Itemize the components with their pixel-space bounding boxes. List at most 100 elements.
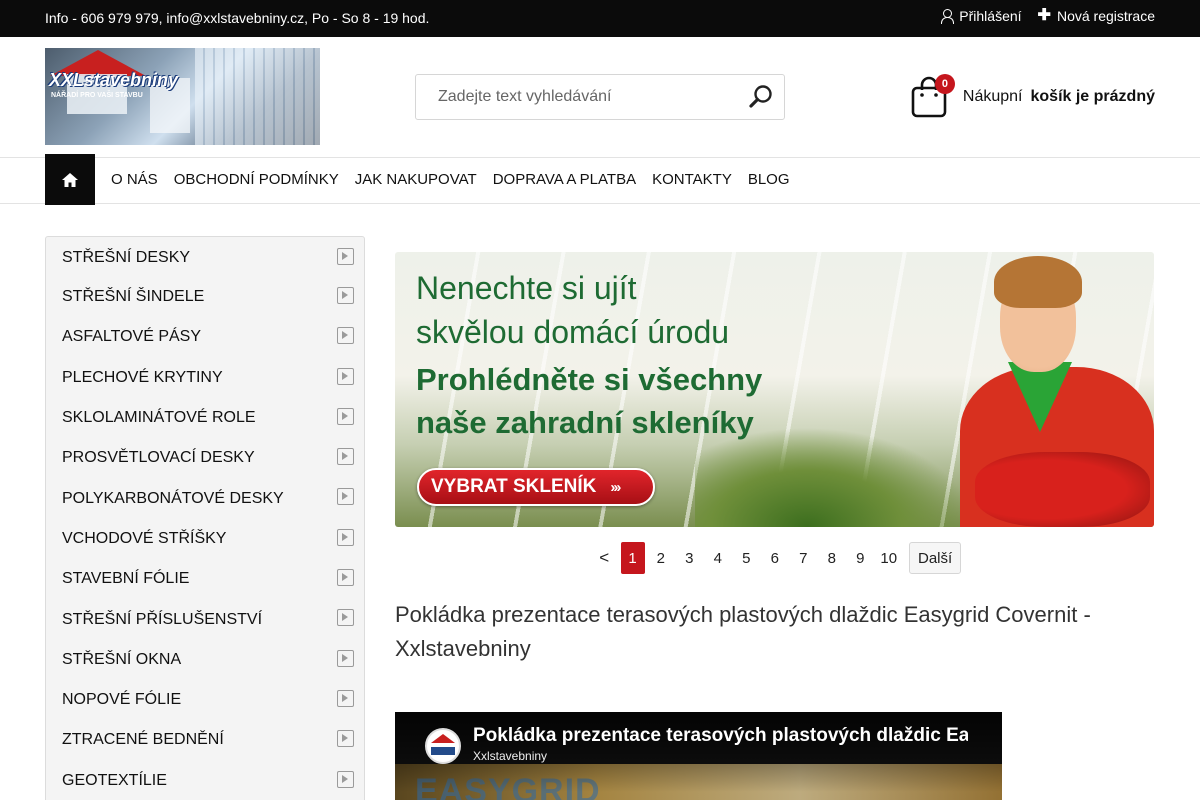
banner-cta-label: VYBRAT SKLENÍK: [431, 476, 597, 497]
register-label: Nová registrace: [1056, 8, 1155, 24]
logo-text: XXLstavebniny: [49, 70, 179, 90]
video-channel-name[interactable]: Xxlstavebniny: [473, 749, 547, 763]
pager-page[interactable]: 9: [846, 542, 875, 574]
category-label: PLECHOVÉ KRYTINY: [62, 368, 223, 386]
pager-prev[interactable]: <: [590, 542, 619, 574]
expand-arrow-icon[interactable]: [337, 407, 354, 425]
cart-status: košík je prázdný: [1030, 88, 1156, 105]
expand-arrow-icon[interactable]: [337, 528, 354, 546]
banner-line-1: Nenechte si ujít: [416, 270, 637, 306]
expand-arrow-icon[interactable]: [337, 609, 354, 627]
category-item[interactable]: STŘEŠNÍ ŠINDELE: [46, 277, 364, 317]
plus-icon: ✚: [1037, 7, 1051, 24]
login-label: Přihlášení: [959, 8, 1022, 24]
expand-arrow-icon[interactable]: [337, 730, 354, 748]
pager-page[interactable]: 6: [761, 542, 790, 574]
pager-next[interactable]: Další: [909, 542, 962, 574]
category-item[interactable]: ASFALTOVÉ PÁSY: [46, 317, 364, 357]
banner-line-4: naše zahradní skleníky: [416, 405, 754, 440]
expand-arrow-icon[interactable]: [337, 689, 354, 707]
banner-line-3: Prohlédněte si všechny: [416, 362, 763, 397]
category-item[interactable]: STŘEŠNÍ OKNA: [46, 640, 364, 680]
category-label: ZTRACENÉ BEDNĚNÍ: [62, 731, 224, 749]
banner-cta-button[interactable]: VYBRAT SKLENÍK ›››: [417, 468, 655, 506]
expand-arrow-icon[interactable]: [337, 649, 354, 667]
nav-item-obchodni-podminky[interactable]: OBCHODNÍ PODMÍNKY: [166, 171, 347, 188]
category-item[interactable]: SKLOLAMINÁTOVÉ ROLE: [46, 398, 364, 438]
video-embed[interactable]: EASYGRID Pokládka prezentace terasových …: [395, 712, 1002, 800]
expand-arrow-icon[interactable]: [337, 367, 354, 385]
account-links: Přihlášení ✚ Nová registrace: [941, 8, 1155, 24]
category-item[interactable]: STAVEBNÍ FÓLIE: [46, 559, 364, 599]
category-item[interactable]: PROSVĚTLOVACÍ DESKY: [46, 438, 364, 478]
banner-pagination: < 1 2 3 4 5 6 7 8 9 10 Další: [590, 542, 962, 574]
expand-arrow-icon[interactable]: [337, 770, 354, 788]
pager-page[interactable]: 2: [647, 542, 676, 574]
category-item[interactable]: STŘEŠNÍ PŘÍSLUŠENSTVÍ: [46, 599, 364, 639]
search-input[interactable]: [416, 75, 736, 119]
category-label: NOPOVÉ FÓLIE: [62, 691, 182, 709]
expand-arrow-icon[interactable]: [337, 448, 354, 466]
search-box: [415, 74, 785, 120]
channel-avatar-icon[interactable]: [425, 728, 461, 764]
boy-image: [960, 252, 1154, 527]
nav-menu: O NÁS OBCHODNÍ PODMÍNKY JAK NAKUPOVAT DO…: [103, 171, 798, 188]
category-item[interactable]: VCHODOVÉ STŘÍŠKY: [46, 519, 364, 559]
nav-item-kontakty[interactable]: KONTAKTY: [644, 171, 740, 188]
pager-page[interactable]: 4: [704, 542, 733, 574]
category-item[interactable]: ZTRACENÉ BEDNĚNÍ: [46, 720, 364, 760]
peppers-image: [975, 452, 1150, 527]
pager-page[interactable]: 8: [818, 542, 847, 574]
expand-arrow-icon[interactable]: [337, 569, 354, 587]
logo-panel: [195, 48, 320, 145]
category-label: SKLOLAMINÁTOVÉ ROLE: [62, 409, 256, 427]
contact-info: Info - 606 979 979, info@xxlstavebniny.c…: [45, 10, 430, 26]
expand-arrow-icon[interactable]: [337, 287, 354, 304]
register-link[interactable]: ✚ Nová registrace: [1037, 7, 1155, 25]
user-icon: [941, 9, 955, 24]
pager-page-active[interactable]: 1: [620, 542, 645, 574]
site-logo[interactable]: XXLstavebniny NÁŘADÍ PRO VAŠI STAVBU: [45, 48, 320, 145]
category-item[interactable]: NOPOVÉ FÓLIE: [46, 680, 364, 720]
cart-label: Nákupní: [962, 88, 1023, 105]
nav-item-jak-nakupovat[interactable]: JAK NAKUPOVAT: [347, 171, 485, 188]
category-label: STŘEŠNÍ DESKY: [62, 248, 191, 266]
nav-item-blog[interactable]: BLOG: [740, 171, 798, 188]
category-item[interactable]: PLECHOVÉ KRYTINY: [46, 358, 364, 398]
promo-banner[interactable]: Nenechte si ujít skvělou domácí úrodu Pr…: [395, 252, 1154, 527]
boy-hair: [994, 256, 1082, 308]
category-sidebar: STŘEŠNÍ DESKY STŘEŠNÍ ŠINDELE ASFALTOVÉ …: [45, 236, 365, 800]
cart-bag[interactable]: 0: [911, 74, 955, 118]
nav-item-o-nas[interactable]: O NÁS: [103, 171, 166, 188]
pager-page[interactable]: 10: [875, 542, 904, 574]
banner-line-2: skvělou domácí úrodu: [416, 314, 730, 350]
nav-item-doprava-a-platba[interactable]: DOPRAVA A PLATBA: [485, 171, 644, 188]
top-info-bar: Info - 606 979 979, info@xxlstavebniny.c…: [0, 0, 1200, 37]
cart-count-badge: 0: [934, 74, 955, 94]
category-item[interactable]: GEOTEXTÍLIE: [46, 761, 364, 800]
logo-subtext: NÁŘADÍ PRO VAŠI STAVBU: [51, 92, 143, 99]
category-item[interactable]: POLYKARBONÁTOVÉ DESKY: [46, 478, 364, 518]
login-link[interactable]: Přihlášení: [941, 8, 1022, 24]
category-label: POLYKARBONÁTOVÉ DESKY: [62, 489, 284, 507]
article-title: Pokládka prezentace terasových plastovýc…: [395, 602, 1091, 661]
pager-page[interactable]: 5: [732, 542, 761, 574]
category-label: PROSVĚTLOVACÍ DESKY: [62, 449, 255, 467]
category-list: STŘEŠNÍ DESKY STŘEŠNÍ ŠINDELE ASFALTOVÉ …: [46, 238, 364, 800]
home-button[interactable]: [45, 154, 95, 205]
search-button[interactable]: [748, 84, 774, 110]
expand-arrow-icon[interactable]: [337, 488, 354, 506]
triple-chevron-icon: ›››: [610, 478, 621, 496]
expand-arrow-icon[interactable]: [337, 248, 354, 265]
main-navigation: O NÁS OBCHODNÍ PODMÍNKY JAK NAKUPOVAT DO…: [0, 154, 1200, 205]
cart-widget[interactable]: 0 Nákupní košík je prázdný: [911, 74, 1156, 118]
boy-scarf: [1008, 362, 1072, 432]
category-label: VCHODOVÉ STŘÍŠKY: [62, 529, 227, 547]
video-title[interactable]: Pokládka prezentace terasových plastovýc…: [473, 725, 968, 747]
expand-arrow-icon[interactable]: [337, 327, 354, 345]
category-label: GEOTEXTÍLIE: [62, 771, 167, 789]
category-item[interactable]: STŘEŠNÍ DESKY: [46, 238, 364, 277]
pager-page[interactable]: 7: [789, 542, 818, 574]
category-label: ASFALTOVÉ PÁSY: [62, 328, 202, 346]
pager-page[interactable]: 3: [675, 542, 704, 574]
